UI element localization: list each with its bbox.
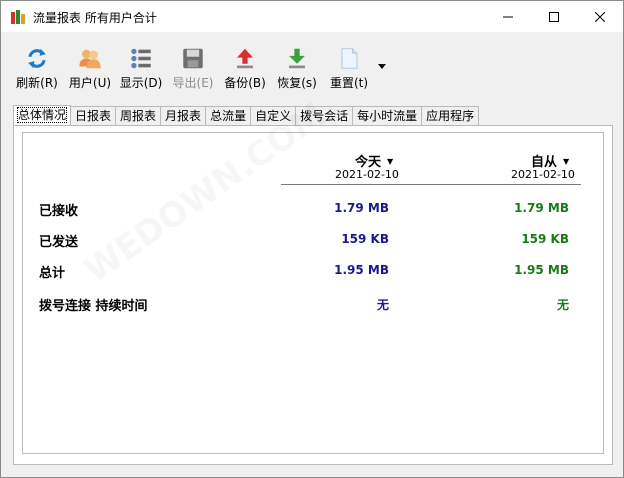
received-label: 已接收 [39,204,79,219]
toolbar: 刷新(R) 用户(U) 显示(D) 导出(E) 备份(B) 恢复(s) 重置(t… [1,43,623,93]
tab-daily[interactable]: 日报表 [70,106,117,126]
tab-hourly[interactable]: 每小时流量 [352,106,423,126]
tab-total[interactable]: 总流量 [205,106,252,126]
total-label: 总计 [39,266,66,281]
maximize-button[interactable] [531,1,577,32]
window-title: 流量报表 所有用户合计 [33,11,157,25]
tab-custom[interactable]: 自定义 [250,106,297,126]
bar-chart-app-icon [10,9,26,25]
export-label: 导出(E) [172,76,214,90]
tab-dialup-sessions[interactable]: 拨号会话 [295,106,354,126]
sent-today-value: 159 KB [341,232,389,246]
blank-page-icon [341,48,358,69]
reset-button[interactable]: 重置(t) [327,43,371,91]
user-label: 用户(U) [68,76,112,90]
dialup-duration-since-value: 无 [556,298,569,312]
received-since-value: 1.79 MB [514,201,569,215]
restore-label: 恢复(s) [277,76,317,90]
dialup-duration-today-value: 无 [376,298,389,312]
close-icon [595,11,605,22]
refresh-icon [28,48,46,69]
upload-arrow-icon [237,48,253,69]
maximize-icon [549,11,559,22]
display-button[interactable]: 显示(D) [119,43,163,91]
close-button[interactable] [577,1,623,32]
tab-panel: WEDOWN.COM 今天▼ 2021-02-10 自从▼ 2021-02-10… [13,125,613,465]
backup-button[interactable]: 备份(B) [223,43,267,91]
display-label: 显示(D) [119,76,163,90]
minimize-button[interactable] [485,1,531,32]
dropdown-arrow-icon: ▼ [563,157,570,166]
tab-monthly[interactable]: 月报表 [160,106,207,126]
tab-strip: 总体情况 日报表 周报表 月报表 总流量 自定义 拨号会话 每小时流量 应用程序 [13,105,480,126]
title-bar: 流量报表 所有用户合计 [1,1,623,32]
reset-label: 重置(t) [329,76,369,90]
tab-overview[interactable]: 总体情况 [13,105,72,126]
dialup-duration-label: 拨号连接 持续时间 [39,299,148,314]
refresh-button[interactable]: 刷新(R) [15,43,59,91]
summary-view: WEDOWN.COM 今天▼ 2021-02-10 自从▼ 2021-02-10… [22,132,604,454]
restore-button[interactable]: 恢复(s) [275,43,319,91]
tab-weekly[interactable]: 周报表 [115,106,162,126]
dropdown-arrow-icon: ▼ [387,157,394,166]
user-button[interactable]: 用户(U) [67,43,113,91]
watermark: WEDOWN.COM [77,95,333,291]
users-icon [79,49,101,69]
app-window: 流量报表 所有用户合计 刷新(R) 用户(U) 显示(D) 导出(E) 备份(B… [0,0,624,478]
refresh-label: 刷新(R) [16,76,58,90]
minimize-icon [503,16,513,17]
header-divider [281,184,581,185]
list-view-icon [131,48,151,69]
export-button[interactable]: 导出(E) [171,43,215,91]
tab-applications[interactable]: 应用程序 [421,106,480,126]
since-date: 2021-02-10 [511,168,575,181]
total-since-value: 1.95 MB [514,263,569,277]
chevron-down-icon[interactable] [377,61,387,71]
received-today-value: 1.79 MB [334,201,389,215]
sent-since-value: 159 KB [521,232,569,246]
sent-label: 已发送 [39,235,79,250]
today-date: 2021-02-10 [335,168,399,181]
download-arrow-icon [289,48,305,69]
save-disk-icon [183,48,203,69]
backup-label: 备份(B) [224,76,266,90]
total-today-value: 1.95 MB [334,263,389,277]
